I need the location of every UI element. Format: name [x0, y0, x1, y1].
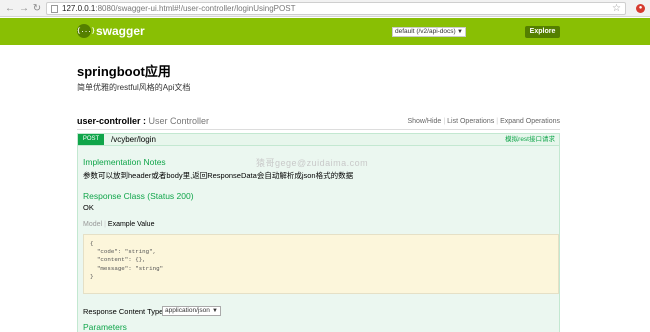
- divider: |: [443, 118, 446, 125]
- resource-actions: Show/Hide | List Operations | Expand Operati…: [407, 118, 560, 125]
- watermark: 猿哥gege@zuidaima.com: [256, 158, 369, 168]
- implementation-notes-text: 参数可以放到header或者body里,返回ResponseData会自动解析成…: [83, 171, 354, 180]
- response-content-type-select[interactable]: application/json ▼: [162, 306, 221, 316]
- page-title: springboot应用: [77, 64, 171, 79]
- address-bar[interactable]: 127.0.0.1:8080/swagger-ui.html#!/user-co…: [46, 2, 626, 15]
- star-icon[interactable]: ☆: [612, 3, 621, 14]
- show-hide-link[interactable]: Show/Hide: [407, 118, 441, 125]
- response-content-type-label: Response Content Type: [83, 307, 164, 316]
- resource-description: User Controller: [148, 116, 210, 126]
- api-select-value: default (/v2/api-docs): [395, 28, 456, 35]
- parameters-title: Parameters: [83, 322, 127, 332]
- tab-model[interactable]: Model: [83, 221, 102, 228]
- swagger-logo-text[interactable]: swagger: [96, 24, 145, 38]
- response-class-title: Response Class (Status 200): [83, 191, 194, 201]
- resource-name: user-controller: [77, 116, 141, 126]
- example-value-code[interactable]: { "code": "string", "content": {}, "mess…: [83, 234, 559, 294]
- resource-separator: :: [140, 116, 149, 126]
- url-path: :8080/swagger-ui.html#!/user-controller/…: [95, 4, 296, 13]
- resource-title[interactable]: user-controller : User Controller: [77, 116, 209, 126]
- back-icon[interactable]: ←: [4, 3, 16, 14]
- list-operations-link[interactable]: List Operations: [447, 118, 494, 125]
- swagger-logo-icon[interactable]: {...}: [77, 24, 95, 38]
- page-icon: [51, 5, 58, 13]
- operation-heading[interactable]: POST /vcyber/login 模拟rest接口请求: [77, 133, 560, 146]
- url-host: 127.0.0.1: [62, 4, 96, 13]
- http-method-badge[interactable]: POST: [78, 134, 104, 145]
- model-tabs: Model | Example Value: [83, 221, 154, 228]
- reload-icon[interactable]: ↻: [31, 3, 43, 14]
- divider: |: [496, 118, 499, 125]
- chevron-down-icon: ▼: [212, 308, 218, 314]
- forward-icon[interactable]: →: [18, 3, 30, 14]
- operation-summary[interactable]: 模拟rest接口请求: [505, 134, 555, 145]
- extension-icon[interactable]: ●: [636, 4, 645, 13]
- page-description: 简单优雅的restful风格的Api文档: [77, 83, 191, 92]
- chevron-down-icon: ▼: [457, 29, 463, 35]
- operation-path[interactable]: /vcyber/login: [111, 134, 156, 145]
- divider: |: [104, 221, 106, 228]
- swagger-header: {...} swagger default (/v2/api-docs) ▼ E…: [0, 18, 650, 45]
- implementation-notes-title: Implementation Notes: [83, 157, 166, 167]
- response-content-type-value: application/json: [165, 307, 210, 314]
- browser-toolbar: ← → ↻ 127.0.0.1:8080/swagger-ui.html#!/u…: [0, 0, 650, 17]
- expand-operations-link[interactable]: Expand Operations: [500, 118, 560, 125]
- resource-heading: user-controller : User Controller Show/H…: [77, 114, 560, 130]
- explore-button[interactable]: Explore: [525, 26, 560, 38]
- address-text[interactable]: 127.0.0.1:8080/swagger-ui.html#!/user-co…: [62, 4, 295, 14]
- tab-example-value[interactable]: Example Value: [108, 221, 155, 228]
- api-select[interactable]: default (/v2/api-docs) ▼: [392, 27, 466, 37]
- response-class-value: OK: [83, 203, 94, 212]
